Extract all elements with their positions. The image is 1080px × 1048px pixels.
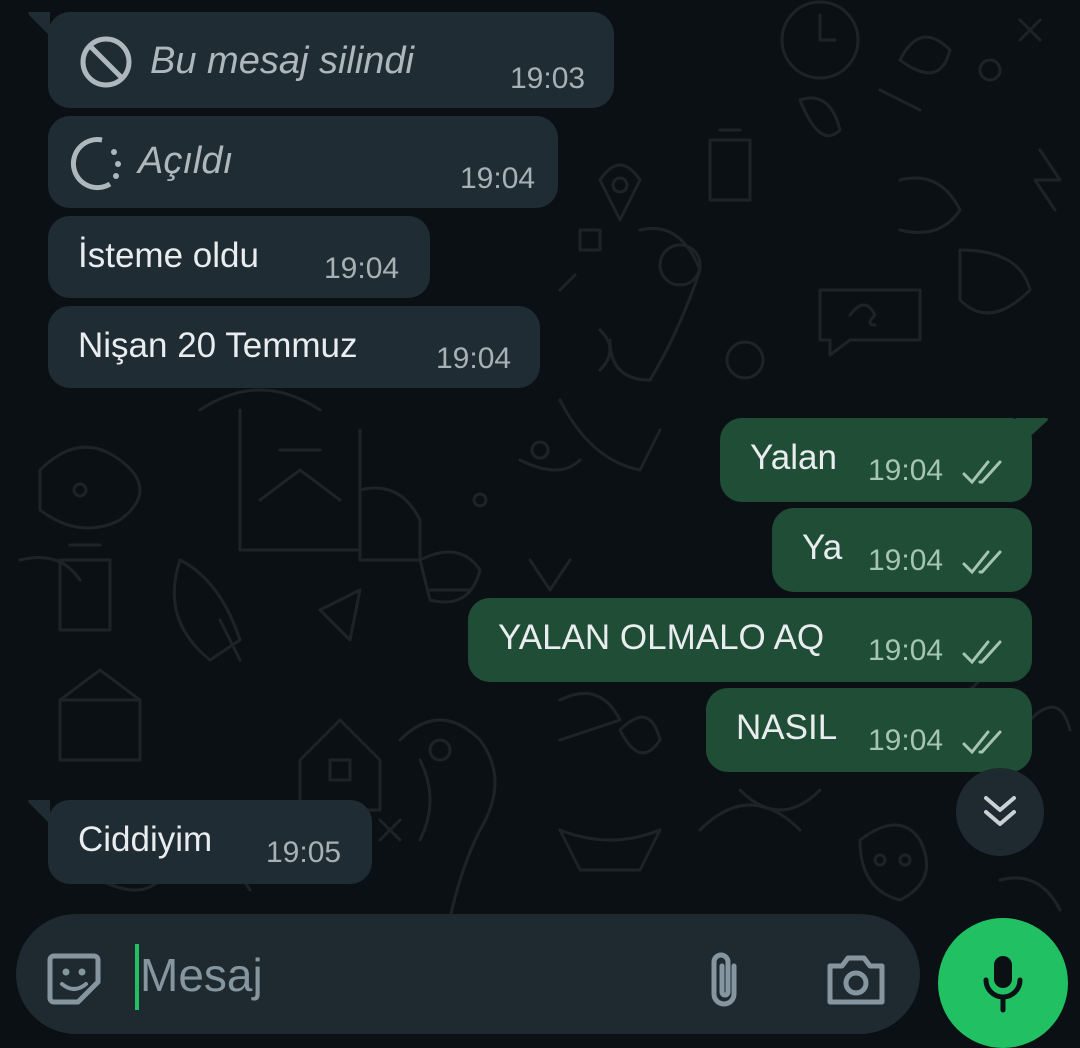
paperclip-icon[interactable] bbox=[700, 948, 748, 1012]
message-text: Açıldı bbox=[138, 140, 234, 182]
message-time: 19:04 bbox=[868, 724, 944, 757]
message-input-placeholder[interactable]: Mesaj bbox=[140, 948, 263, 1002]
scroll-to-bottom-button[interactable] bbox=[956, 768, 1044, 856]
double-check-icon bbox=[962, 550, 1002, 575]
message-text: Ciddiyim bbox=[78, 820, 213, 859]
microphone-icon bbox=[983, 956, 1023, 1013]
double-check-icon bbox=[962, 730, 1002, 755]
message-time: 19:04 bbox=[324, 252, 400, 285]
message-bubble-view-once[interactable]: Açıldı 19:04 bbox=[48, 116, 558, 208]
message-bubble[interactable]: Nişan 20 Temmuz 19:04 bbox=[48, 306, 540, 388]
bubble-tail bbox=[28, 12, 50, 36]
message-bubble[interactable]: İsteme oldu 19:04 bbox=[48, 216, 430, 298]
sticker-icon[interactable] bbox=[44, 948, 104, 1008]
double-chevron-down-icon bbox=[984, 796, 1016, 826]
double-check-icon bbox=[962, 640, 1002, 665]
message-bubble-outgoing[interactable]: YALAN OLMALO AQ 19:04 bbox=[468, 598, 1032, 682]
message-time: 19:04 bbox=[868, 634, 944, 667]
message-bubble[interactable]: Ciddiyim 19:05 bbox=[28, 800, 372, 884]
message-text: Bu mesaj silindi bbox=[150, 40, 414, 82]
message-text: NASIL bbox=[736, 708, 838, 747]
message-text: Ya bbox=[802, 528, 843, 567]
message-time: 19:04 bbox=[460, 162, 536, 195]
camera-icon[interactable] bbox=[824, 952, 888, 1008]
bubble-tail bbox=[1016, 418, 1048, 442]
message-text: Yalan bbox=[750, 438, 837, 477]
message-bubble-deleted[interactable]: Bu mesaj silindi 19:03 bbox=[28, 12, 614, 108]
message-time: 19:04 bbox=[868, 544, 944, 577]
view-once-icon bbox=[70, 137, 121, 191]
message-time: 19:03 bbox=[510, 62, 586, 95]
message-text: Nişan 20 Temmuz bbox=[78, 326, 358, 365]
double-check-icon bbox=[962, 460, 1002, 485]
text-cursor bbox=[135, 944, 139, 1010]
message-bubble-outgoing[interactable]: Yalan 19:04 bbox=[720, 418, 1048, 502]
message-text: YALAN OLMALO AQ bbox=[498, 618, 825, 657]
message-time: 19:05 bbox=[266, 836, 342, 869]
message-bubble-outgoing[interactable]: Ya 19:04 bbox=[772, 508, 1032, 592]
message-time: 19:04 bbox=[868, 454, 944, 487]
message-text: İsteme oldu bbox=[78, 236, 259, 275]
prohibited-icon bbox=[80, 36, 132, 88]
message-time: 19:04 bbox=[436, 342, 512, 375]
message-bubble-outgoing[interactable]: NASIL 19:04 bbox=[706, 688, 1032, 772]
bubble-tail bbox=[28, 800, 50, 824]
